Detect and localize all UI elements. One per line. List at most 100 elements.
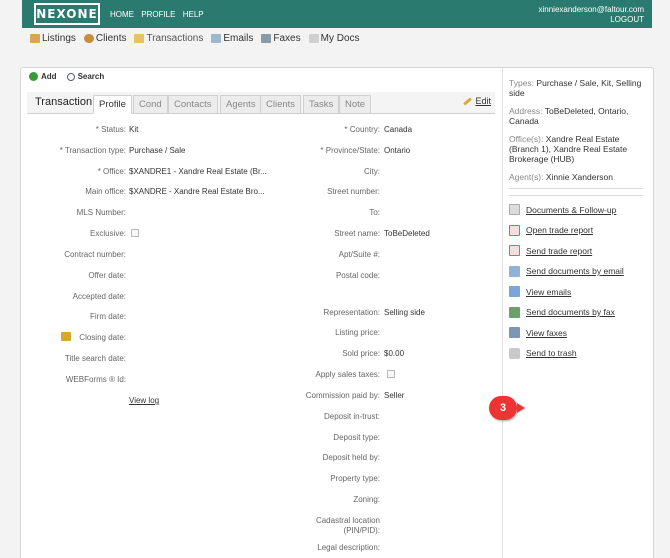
nexone-logo[interactable]: NEXONE [34, 3, 100, 25]
summary-address: Address: ToBeDeleted, Ontario, Canada [509, 106, 649, 126]
sales-taxes-checkbox[interactable] [387, 370, 395, 380]
field-label: WEBForms ® Id: [65, 375, 126, 384]
nav-clients-label: Clients [95, 33, 127, 44]
field-label: Commission paid by: [305, 391, 380, 400]
fax-icon [509, 306, 520, 318]
field-label: Street name: [334, 229, 380, 238]
nav-listings[interactable]: Listings [30, 33, 76, 44]
field-value: Seller [384, 391, 405, 400]
summary-agents: Agent(s): Xinnie Xanderson [509, 172, 649, 182]
field-label: Firm date: [89, 312, 126, 321]
transaction-card: Add Search Transaction Profile Cond Cont… [20, 67, 654, 558]
summary-agents-key: Agent(s): [509, 172, 544, 182]
open-trade-report-link[interactable]: Open trade report [509, 224, 649, 236]
nav-transactions[interactable]: Transactions [134, 33, 203, 44]
inbox-icon [509, 286, 520, 297]
field-value: Selling side [384, 308, 425, 317]
summary-agents-value: Xinnie Xanderson [545, 172, 613, 182]
tab-cond[interactable]: Cond [133, 95, 168, 114]
tab-bar: Transaction Profile Cond Contacts Agents… [27, 92, 495, 114]
nav-profile[interactable]: PROFILE [141, 10, 175, 19]
house-icon [30, 34, 40, 43]
user-box: xinniexanderson@faltour.com LOGOUT [538, 5, 644, 25]
field-label: * Office: [97, 167, 126, 176]
summary-separator [509, 188, 643, 189]
send-fax-label: Send documents by fax [526, 307, 615, 317]
report-icon [509, 224, 520, 236]
tab-bar-title: Transaction [35, 96, 93, 108]
send-trade-report-link[interactable]: Send trade report [509, 245, 649, 256]
summary-types: Types: Purchase / Sale, Kit, Selling sid… [509, 78, 649, 98]
field-label: * Country: [344, 125, 380, 134]
logout-link[interactable]: LOGOUT [538, 15, 644, 25]
field-label: Legal description: [317, 543, 380, 552]
summary-offices-key: Office(s): [509, 134, 544, 144]
module-nav: Listings Clients Transactions Emails Fax… [30, 33, 360, 44]
field-value: Ontario [384, 146, 411, 155]
send-to-trash-link[interactable]: Send to trash [509, 347, 649, 359]
nav-listings-label: Listings [42, 33, 76, 44]
view-emails-link[interactable]: View emails [509, 286, 649, 297]
search-icon [66, 72, 75, 81]
field-label: Closing date: [79, 333, 126, 342]
callout-badge: 3 [489, 396, 525, 420]
field-label: Apt/Suite #: [338, 250, 380, 259]
followup-link[interactable]: Follow-up [579, 205, 616, 215]
tab-tasks[interactable]: Tasks [303, 95, 340, 114]
field-label: Cadastral location (PIN/PID): [315, 516, 380, 535]
user-email: xinniexanderson@faltour.com [538, 5, 644, 14]
field-label: City: [364, 167, 380, 176]
top-bar: NEXONE HOME PROFILE HELP xinniexanderson… [22, 0, 652, 28]
pencil-icon [463, 96, 473, 106]
summary-panel: Types: Purchase / Sale, Kit, Selling sid… [509, 78, 649, 368]
field-value: ToBeDeleted [384, 229, 430, 238]
nav-help[interactable]: HELP [183, 10, 204, 19]
folder-icon [134, 34, 145, 43]
bell-icon [61, 332, 71, 341]
tab-agents[interactable]: Agents [220, 95, 262, 114]
view-faxes-label: View faxes [526, 327, 567, 338]
plus-icon [29, 72, 38, 81]
field-label: Deposit type: [333, 433, 380, 442]
field-label: Listing price: [335, 328, 380, 337]
tab-profile[interactable]: Profile [93, 95, 132, 114]
tab-contacts[interactable]: Contacts [168, 95, 218, 114]
fax-view-icon [509, 327, 520, 338]
tab-note[interactable]: Note [339, 95, 372, 114]
view-faxes-link[interactable]: View faxes [509, 327, 649, 338]
transaction-form: Add Search Transaction Profile Cond Cont… [21, 68, 501, 558]
nav-emails[interactable]: Emails [211, 33, 253, 44]
field-label: Zoning: [353, 495, 380, 504]
field-label: * Transaction type: [59, 146, 126, 155]
send-email-label: Send documents by email [526, 266, 624, 276]
documents-followup-link[interactable]: Documents & Follow-up [509, 204, 649, 215]
action-bar: Add Search [29, 72, 104, 81]
links-separator [509, 195, 643, 196]
field-value: Purchase / Sale [129, 146, 186, 155]
field-label: Offer date: [88, 271, 126, 280]
field-value: $XANDRE - Xandre Real Estate Bro... [129, 187, 265, 196]
column-divider [502, 68, 503, 558]
nav-home[interactable]: HOME [110, 10, 134, 19]
nav-faxes-label: Faxes [273, 33, 301, 44]
documents-link[interactable]: Documents [526, 205, 569, 215]
search-button[interactable]: Search [66, 72, 104, 81]
add-button[interactable]: Add [29, 72, 57, 81]
edit-link[interactable]: Edit [463, 96, 491, 106]
top-nav: HOME PROFILE HELP [110, 10, 209, 19]
field-label: Title search date: [64, 354, 126, 363]
email-icon [509, 265, 520, 277]
documents-joiner: & [571, 204, 578, 215]
view-log-link[interactable]: View log [129, 396, 159, 405]
exclusive-checkbox[interactable] [131, 229, 139, 239]
send-report-icon [509, 245, 520, 256]
nav-clients[interactable]: Clients [83, 33, 127, 44]
envelope-icon [211, 34, 222, 43]
nav-faxes[interactable]: Faxes [261, 33, 301, 44]
field-label: Accepted date: [72, 292, 126, 301]
send-documents-email-link[interactable]: Send documents by email [509, 265, 649, 277]
send-documents-fax-link[interactable]: Send documents by fax [509, 306, 649, 318]
field-label: * Province/State: [320, 146, 380, 155]
nav-my-docs[interactable]: My Docs [308, 33, 360, 44]
tab-clients[interactable]: Clients [260, 95, 302, 114]
